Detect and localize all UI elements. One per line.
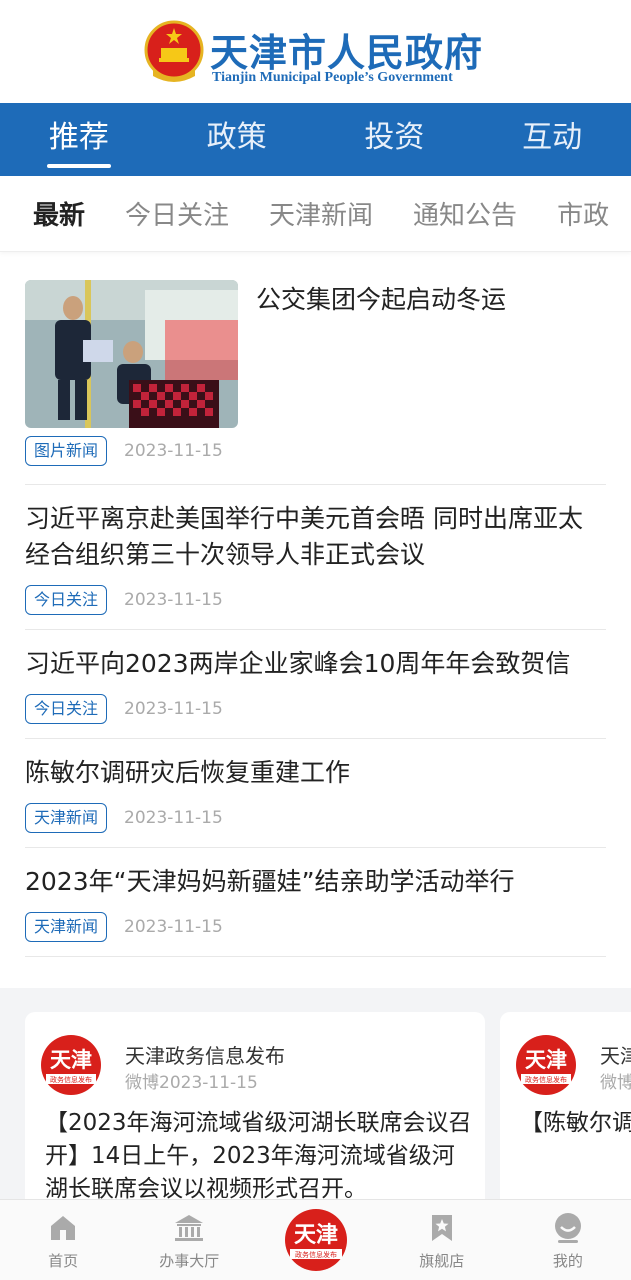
news-date: 2023-11-15 [124, 699, 223, 719]
national-emblem-icon [144, 20, 204, 82]
logo-subtext: 政务信息发布 [525, 1075, 567, 1084]
nav-tab-recommend[interactable]: 推荐 [0, 103, 158, 176]
news-tag: 天津新闻 [25, 803, 108, 833]
card-body-text: 【2023年海河流域省级河湖长联席会议召开】14日上午，2023年海河流域省级河… [45, 1110, 472, 1199]
news-meta: 天津新闻 2023-11-15 [25, 912, 606, 942]
logo-text: 天津 [525, 1047, 567, 1072]
news-tag: 今日关注 [25, 694, 108, 724]
tab-label: 旗舰店 [419, 1252, 465, 1270]
tab-label: 首页 [48, 1252, 79, 1270]
app-header: 天津市人民政府 Tianjin Municipal People’s Gover… [0, 0, 631, 103]
building-icon [175, 1215, 204, 1241]
tab-label: 办事大厅 [159, 1252, 220, 1270]
weibo-card[interactable]: 天津 政务信息发布 天津政务信息发布 微博2023-11-15 【2023年海河… [25, 1012, 485, 1199]
nav-tab-label: 政策 [206, 120, 267, 155]
card-date: 微博2023-11-15 [125, 1073, 258, 1093]
user-icon [554, 1213, 581, 1243]
category-tab-latest[interactable]: 最新 [33, 195, 85, 232]
weibo-card-carousel[interactable]: 天津 政务信息发布 天津政务信息发布 微博2023-11-15 【2023年海河… [0, 988, 631, 1199]
news-title[interactable]: 陈敏尔调研灾后恢复重建工作 [25, 755, 606, 791]
tianjin-weibo-logo-icon: 天津 政务信息发布 [41, 1035, 101, 1095]
bottom-tab-bar: 首页 办事大厅 天津 政务信息发布 旗舰店 我的 [0, 1199, 631, 1280]
news-date: 2023-11-15 [124, 441, 223, 461]
primary-nav: 推荐 政策 投资 互动 [0, 103, 631, 176]
news-meta: 今日关注 2023-11-15 [25, 694, 606, 724]
news-item[interactable]: 习近平向2023两岸企业家峰会10周年年会致贺信 今日关注 2023-11-15 [25, 630, 606, 739]
site-title-english: Tianjin Municipal People’s Government [212, 70, 453, 85]
logo-subtext: 政务信息发布 [295, 1250, 337, 1259]
nav-tab-label: 推荐 [48, 120, 109, 155]
news-meta: 天津新闻 2023-11-15 [25, 803, 606, 833]
weibo-card[interactable]: 天津 政务信息发布 天津 微博 【陈敏尔调月14日，青区、静海 [500, 1012, 631, 1199]
news-title[interactable]: 习近平离京赴美国举行中美元首会晤 同时出席亚太经合组织第三十次领导人非正式会议 [25, 501, 606, 573]
nav-tab-interaction[interactable]: 互动 [473, 103, 631, 176]
bookmark-star-icon [431, 1215, 452, 1241]
category-tab-today-focus[interactable]: 今日关注 [125, 195, 229, 232]
tianjin-logo-icon: 天津 政务信息发布 [284, 1209, 347, 1271]
site-title: 天津市人民政府 [210, 31, 484, 75]
active-tab-indicator [46, 164, 111, 168]
logo-text: 天津 [293, 1222, 337, 1248]
news-item[interactable]: 习近平离京赴美国举行中美元首会晤 同时出席亚太经合组织第三十次领导人非正式会议 … [25, 485, 606, 630]
news-tag: 图片新闻 [25, 436, 108, 466]
category-tab-municipal[interactable]: 市政 [557, 195, 609, 232]
tab-label: 我的 [552, 1252, 583, 1270]
card-source-name: 天津政务信息发布 [125, 1044, 285, 1068]
card-body-text: 【陈敏尔调月14日，青区、静海 [520, 1110, 631, 1136]
news-list: 公交集团今起启动冬运 图片新闻 2023-11-15 习近平离京赴美国举行中美元… [0, 252, 631, 957]
news-thumbnail-image[interactable] [25, 280, 238, 428]
nav-tab-policy[interactable]: 政策 [158, 103, 316, 176]
news-title[interactable]: 2023年“天津妈妈新疆娃”结亲助学活动举行 [25, 864, 606, 900]
tab-service-hall[interactable]: 办事大厅 [126, 1200, 252, 1280]
card-date: 微博 [600, 1073, 631, 1093]
news-meta: 图片新闻 2023-11-15 [25, 436, 223, 466]
category-tabs: 最新 今日关注 天津新闻 通知公告 市政 [0, 176, 631, 252]
news-tag: 今日关注 [25, 585, 108, 615]
nav-tab-label: 投资 [364, 120, 425, 155]
news-tag: 天津新闻 [25, 912, 108, 942]
tab-home[interactable]: 首页 [0, 1200, 126, 1280]
category-tab-notices[interactable]: 通知公告 [413, 195, 517, 232]
news-date: 2023-11-15 [124, 917, 223, 937]
news-item[interactable]: 陈敏尔调研灾后恢复重建工作 天津新闻 2023-11-15 [25, 739, 606, 848]
news-item[interactable]: 2023年“天津妈妈新疆娃”结亲助学活动举行 天津新闻 2023-11-15 [25, 848, 606, 957]
news-item-featured[interactable]: 公交集团今起启动冬运 图片新闻 2023-11-15 [25, 252, 606, 485]
category-tab-tianjin-news[interactable]: 天津新闻 [269, 195, 373, 232]
news-title[interactable]: 公交集团今起启动冬运 [256, 280, 506, 316]
news-date: 2023-11-15 [124, 590, 223, 610]
news-title[interactable]: 习近平向2023两岸企业家峰会10周年年会致贺信 [25, 646, 606, 682]
tab-flagship-store[interactable]: 旗舰店 [379, 1200, 505, 1280]
home-icon [51, 1216, 76, 1240]
logo-subtext: 政务信息发布 [50, 1075, 92, 1084]
nav-tab-label: 互动 [522, 120, 583, 155]
nav-tab-investment[interactable]: 投资 [316, 103, 474, 176]
news-date: 2023-11-15 [124, 808, 223, 828]
news-meta: 今日关注 2023-11-15 [25, 585, 606, 615]
tab-tianjin-info[interactable]: 天津 政务信息发布 [252, 1200, 378, 1280]
tab-mine[interactable]: 我的 [505, 1200, 631, 1280]
card-source-name: 天津 [600, 1044, 631, 1068]
logo-text: 天津 [50, 1047, 92, 1072]
tianjin-weibo-logo-icon: 天津 政务信息发布 [516, 1035, 576, 1095]
